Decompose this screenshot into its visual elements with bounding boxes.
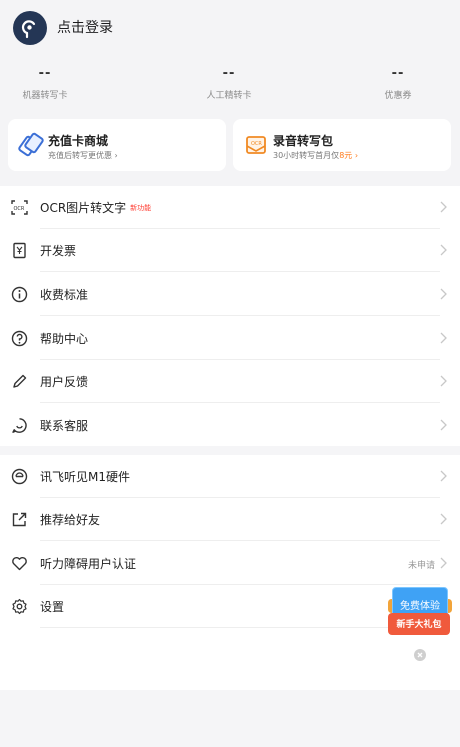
recharge-card-shop[interactable]: 充值卡商城 充值后转写更优惠 › bbox=[8, 119, 226, 171]
divider bbox=[40, 271, 440, 272]
login-link[interactable]: 点击登录 bbox=[57, 17, 113, 37]
stat-label: 优惠券 bbox=[384, 91, 412, 101]
card-subtitle: 30小时转写首月仅8元 › bbox=[273, 150, 358, 161]
chevron-right-icon bbox=[440, 513, 447, 525]
menu-group-primary: OCR OCR图片转文字 新功能 开发票 收费标准 帮助中心 用户反馈 联系客服 bbox=[0, 186, 460, 446]
avatar[interactable] bbox=[13, 11, 47, 45]
menu-label: 帮助中心 bbox=[40, 332, 89, 346]
menu-label: 开发票 bbox=[40, 244, 77, 258]
menu-item-ocr[interactable]: OCR OCR图片转文字 新功能 bbox=[0, 186, 460, 229]
device-icon bbox=[11, 468, 28, 485]
info-icon bbox=[11, 286, 28, 303]
card-subtitle: 充值后转写更优惠 › bbox=[48, 151, 118, 160]
stat-value: -- bbox=[391, 66, 405, 81]
divider bbox=[40, 540, 440, 541]
menu-label: 收费标准 bbox=[40, 288, 89, 302]
share-icon bbox=[12, 512, 27, 527]
pencil-icon bbox=[13, 374, 27, 388]
divider bbox=[40, 627, 440, 628]
stat-machine-card[interactable]: -- 机器转写卡 bbox=[0, 66, 105, 101]
chevron-right-icon bbox=[440, 419, 447, 431]
menu-item-help[interactable]: 帮助中心 bbox=[0, 317, 460, 360]
chat-icon bbox=[12, 418, 27, 433]
promo-close-button[interactable] bbox=[414, 649, 426, 661]
menu-item-pricing[interactable]: 收费标准 bbox=[0, 273, 460, 316]
chevron-right-icon bbox=[440, 201, 447, 213]
heart-icon bbox=[12, 557, 27, 571]
chevron-right-icon bbox=[440, 557, 447, 569]
chevron-right-icon bbox=[440, 470, 447, 482]
card-title: 充值卡商城 bbox=[48, 134, 109, 148]
chevron-right-icon bbox=[440, 288, 447, 300]
promo-bottom-label: 新手大礼包 bbox=[396, 620, 442, 630]
stat-value: -- bbox=[38, 66, 52, 81]
menu-label-text: OCR图片转文字 bbox=[40, 201, 127, 215]
promo-top-label: 免费体验 bbox=[400, 601, 440, 612]
recharge-card-icon bbox=[18, 132, 44, 157]
card-subtitle-price: 8元 › bbox=[339, 151, 359, 160]
invoice-icon bbox=[13, 242, 26, 259]
card-title: 录音转写包 bbox=[273, 134, 334, 148]
menu-label: 听力障碍用户认证 bbox=[40, 557, 137, 571]
svg-text:OCR: OCR bbox=[14, 206, 25, 212]
menu-label: 推荐给好友 bbox=[40, 513, 101, 527]
divider bbox=[40, 402, 440, 403]
ocr-package-icon: OCR bbox=[246, 136, 266, 154]
menu-item-feedback[interactable]: 用户反馈 bbox=[0, 360, 460, 403]
menu-item-invoice[interactable]: 开发票 bbox=[0, 229, 460, 272]
stat-human-card[interactable]: -- 人工精转卡 bbox=[169, 66, 289, 101]
menu-label: 用户反馈 bbox=[40, 375, 89, 389]
menu-item-recommend[interactable]: 推荐给好友 bbox=[0, 498, 460, 541]
new-user-promo[interactable]: 免费体验 新手大礼包 bbox=[388, 587, 452, 663]
stat-value: -- bbox=[222, 66, 236, 81]
menu-label: 联系客服 bbox=[40, 419, 89, 433]
new-feature-tag: 新功能 bbox=[130, 204, 152, 212]
divider bbox=[40, 315, 440, 316]
chevron-right-icon bbox=[440, 244, 447, 256]
svg-text:OCR: OCR bbox=[251, 141, 262, 147]
ocr-scan-icon: OCR bbox=[11, 200, 28, 215]
transcription-package-card[interactable]: OCR 录音转写包 30小时转写首月仅8元 › bbox=[233, 119, 451, 171]
profile-header: 点击登录 -- 机器转写卡 -- 人工精转卡 -- 优惠券 充值卡商城 充值后转… bbox=[0, 0, 460, 186]
close-icon bbox=[417, 652, 423, 658]
certification-status: 未申请 bbox=[407, 561, 435, 571]
menu-item-m1-hardware[interactable]: 讯飞听见M1硬件 bbox=[0, 455, 460, 498]
settings-gear-icon bbox=[12, 598, 27, 615]
stat-label: 人工精转卡 bbox=[206, 91, 252, 101]
stat-label: 机器转写卡 bbox=[22, 91, 68, 101]
menu-label: 设置 bbox=[40, 600, 65, 614]
menu-item-customer-service[interactable]: 联系客服 bbox=[0, 404, 460, 447]
gift-pack-banner: 新手大礼包 bbox=[388, 613, 450, 635]
card-subtitle-text: 30小时转写首月仅 bbox=[273, 151, 340, 160]
chevron-right-icon bbox=[440, 332, 447, 344]
menu-item-hearing-certification[interactable]: 听力障碍用户认证 未申请 bbox=[0, 542, 460, 585]
menu-label: 讯飞听见M1硬件 bbox=[40, 470, 130, 484]
chevron-right-icon bbox=[440, 375, 447, 387]
help-icon bbox=[11, 330, 28, 347]
ear-logo-icon bbox=[21, 20, 36, 39]
menu-label: OCR图片转文字 新功能 bbox=[40, 199, 151, 216]
stat-coupon[interactable]: -- 优惠券 bbox=[338, 66, 458, 101]
